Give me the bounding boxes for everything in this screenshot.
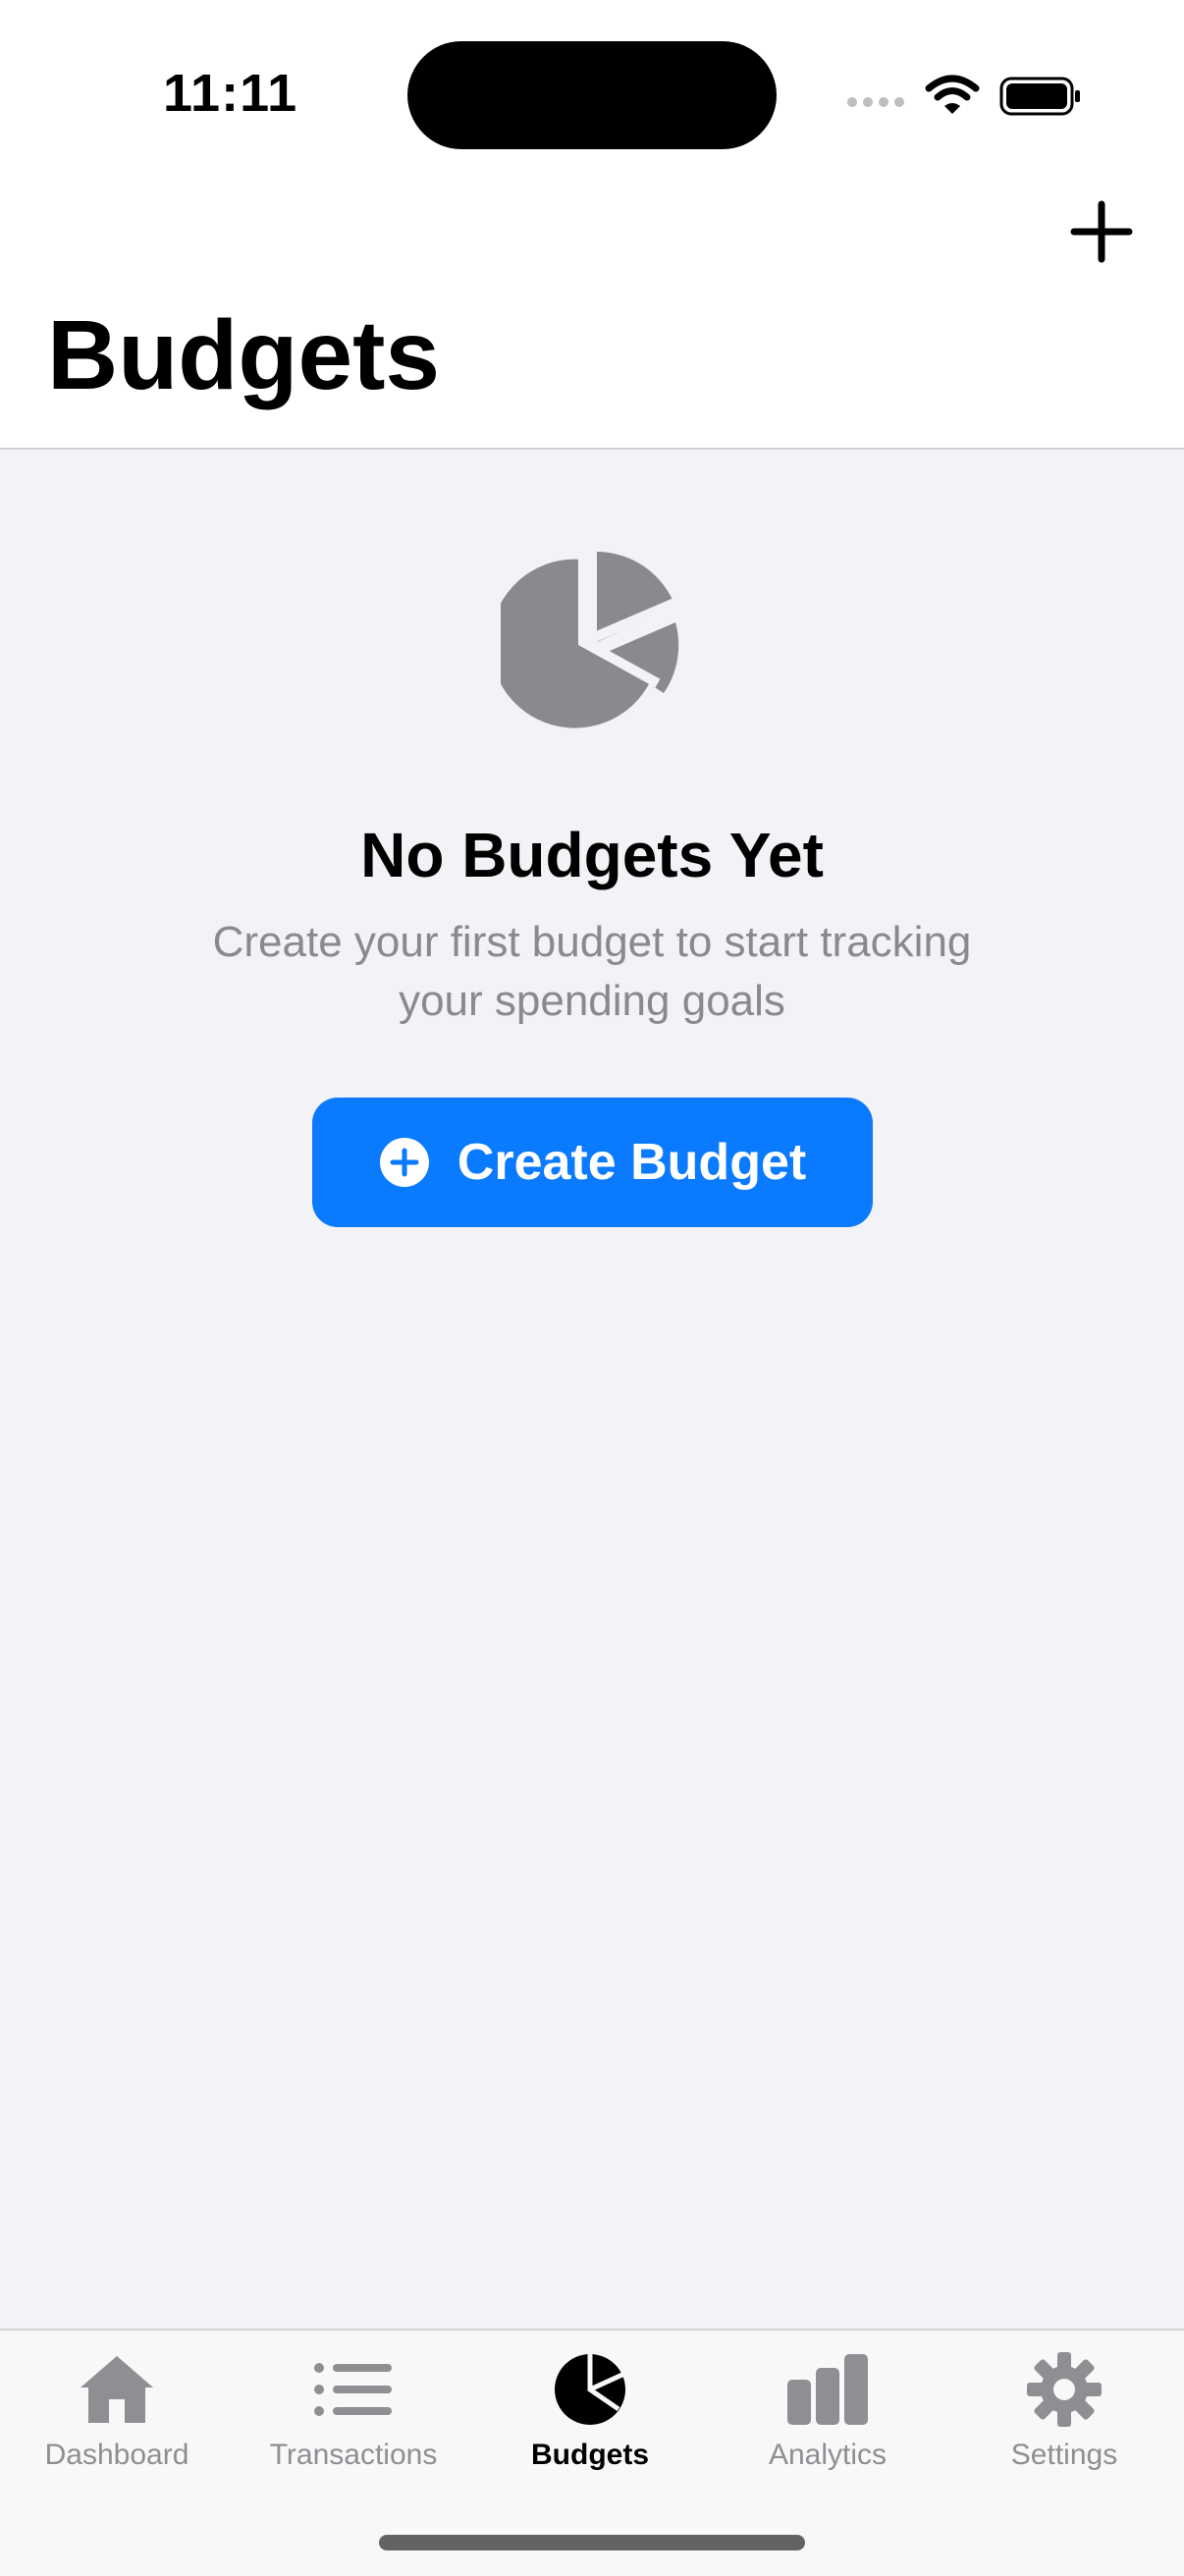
status-time: 11:11 <box>163 64 298 123</box>
tab-settings[interactable]: Settings <box>946 2350 1182 2497</box>
home-indicator <box>379 2535 805 2550</box>
dynamic-island <box>407 41 777 149</box>
empty-state-subtitle: Create your first budget to start tracki… <box>157 913 1027 1031</box>
pie-chart-icon <box>501 552 681 728</box>
empty-state-subtitle-line1: Create your first budget to start tracki… <box>212 918 972 966</box>
tab-label: Settings <box>1010 2439 1118 2471</box>
tab-transactions[interactable]: Transactions <box>236 2350 471 2497</box>
tab-label: Budgets <box>531 2439 649 2471</box>
create-budget-label: Create Budget <box>457 1134 807 1191</box>
status-bar: 11:11 <box>0 0 1184 177</box>
plus-circle-icon <box>379 1138 429 1187</box>
tab-dashboard[interactable]: Dashboard <box>0 2350 235 2497</box>
status-icons <box>846 71 1082 120</box>
create-budget-button[interactable]: Create Budget <box>312 1098 873 1227</box>
tab-label: Dashboard <box>44 2439 189 2471</box>
plus-icon <box>1070 200 1133 263</box>
tab-label: Transactions <box>269 2439 438 2471</box>
page-title: Budgets <box>47 300 440 410</box>
pie-chart-icon <box>555 2354 626 2425</box>
gear-icon <box>1027 2352 1102 2427</box>
tab-label: Analytics <box>768 2439 888 2471</box>
tab-analytics[interactable]: Analytics <box>710 2350 945 2497</box>
house-icon <box>81 2356 153 2423</box>
list-icon <box>314 2363 392 2416</box>
add-budget-button[interactable] <box>1066 196 1137 267</box>
tab-budgets[interactable]: Budgets <box>472 2350 708 2497</box>
signal-dots-icon <box>847 97 904 107</box>
empty-state-title: No Budgets Yet <box>360 820 824 890</box>
battery-icon <box>999 77 1080 116</box>
bar-chart-icon <box>787 2354 868 2425</box>
wifi-icon <box>925 75 980 114</box>
empty-state-subtitle-line2: your spending goals <box>399 977 785 1025</box>
